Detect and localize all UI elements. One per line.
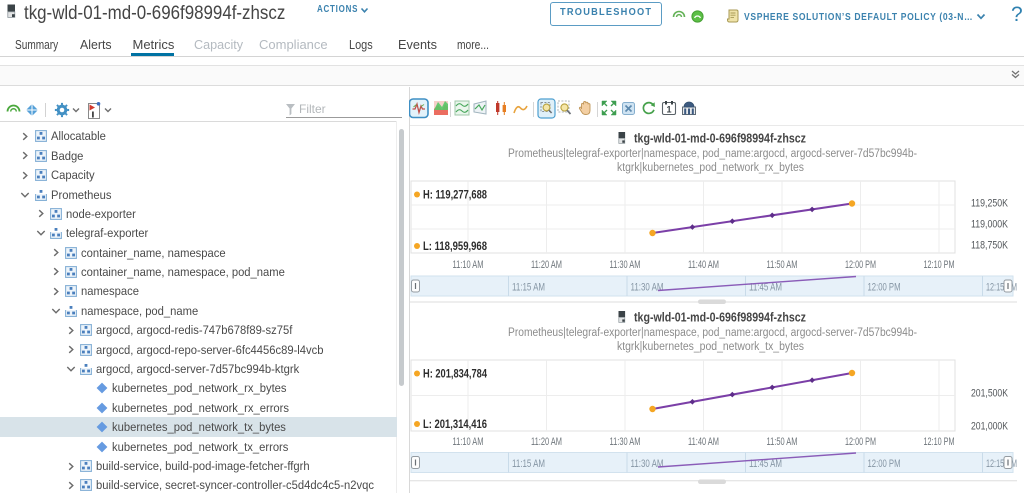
svg-text:ktgrk|kubernetes_pod_network_t: ktgrk|kubernetes_pod_network_tx_bytes (617, 341, 804, 353)
svg-text:11:10 AM: 11:10 AM (453, 259, 484, 271)
svg-text:12:10 PM: 12:10 PM (924, 259, 955, 271)
svg-text:tkg-wld-01-md-0-696f98994f-zhs: tkg-wld-01-md-0-696f98994f-zhscz (634, 310, 806, 325)
svg-text:119,000K: 119,000K (971, 219, 1009, 231)
svg-text:tkg-wld-01-md-0-696f98994f-zhs: tkg-wld-01-md-0-696f98994f-zhscz (634, 131, 806, 146)
svg-text:11:15 AM: 11:15 AM (512, 282, 545, 294)
svg-text:11:30 AM: 11:30 AM (631, 282, 664, 294)
svg-text:ktgrk|kubernetes_pod_network_r: ktgrk|kubernetes_pod_network_rx_bytes (617, 162, 804, 174)
svg-text:Prometheus|telegraf-exporter|n: Prometheus|telegraf-exporter|namespace, … (508, 148, 917, 160)
svg-text:12:00 PM: 12:00 PM (868, 458, 901, 470)
svg-text:12:10 PM: 12:10 PM (924, 436, 955, 448)
svg-text:11:50 AM: 11:50 AM (767, 436, 798, 448)
svg-text:12:00 PM: 12:00 PM (845, 259, 876, 271)
svg-text:12:00 PM: 12:00 PM (868, 282, 901, 294)
svg-text:H: 201,834,784: H: 201,834,784 (423, 367, 487, 381)
svg-text:11:30 AM: 11:30 AM (610, 436, 641, 448)
svg-text:11:30 AM: 11:30 AM (610, 259, 641, 271)
svg-text:11:10 AM: 11:10 AM (453, 436, 484, 448)
svg-text:119,250K: 119,250K (971, 198, 1009, 210)
svg-text:Prometheus|telegraf-exporter|n: Prometheus|telegraf-exporter|namespace, … (508, 327, 917, 339)
svg-text:1: 1 (666, 105, 671, 115)
svg-text:11:40 AM: 11:40 AM (688, 259, 719, 271)
svg-text:L: 118,959,968: L: 118,959,968 (423, 239, 487, 253)
svg-text:11:50 AM: 11:50 AM (767, 259, 798, 271)
svg-text:12:00 PM: 12:00 PM (845, 436, 876, 448)
svg-text:11:20 AM: 11:20 AM (531, 259, 562, 271)
svg-text:L: 201,314,416: L: 201,314,416 (423, 417, 487, 431)
svg-text:11:30 AM: 11:30 AM (631, 458, 664, 470)
svg-text:201,500K: 201,500K (971, 388, 1009, 400)
svg-text:11:40 AM: 11:40 AM (688, 436, 719, 448)
svg-text:201,000K: 201,000K (971, 421, 1009, 433)
svg-text:11:20 AM: 11:20 AM (531, 436, 562, 448)
svg-text:11:15 AM: 11:15 AM (512, 458, 545, 470)
svg-text:H: 119,277,688: H: 119,277,688 (423, 188, 487, 202)
svg-text:118,750K: 118,750K (971, 240, 1009, 252)
